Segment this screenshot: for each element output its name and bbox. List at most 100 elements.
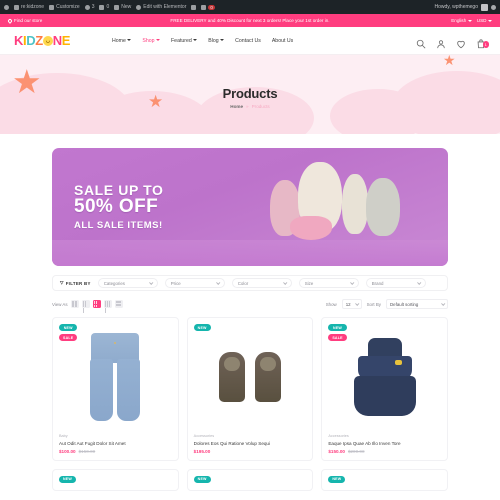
admin-wordpress-logo[interactable] [4,4,9,10]
banner-line-1: SALE UP TO [74,181,164,198]
nav-item-shop[interactable]: Shop [142,38,161,44]
view-grid-3-button[interactable] [81,300,90,314]
product-grid: NEW SALE Baby Aut Odit Aut Fugit Dolor S… [52,317,448,461]
promo-message: FREE DELIVERY and 40% Discount for next … [170,18,330,23]
chevron-down-icon [354,301,359,306]
nav-item-home[interactable]: Home [112,38,132,44]
gear-icon [201,4,207,10]
filter-dropdown-color[interactable]: Color [231,278,292,288]
cart-bag-icon[interactable]: 1 [476,36,489,48]
product-category[interactable]: Accessories [194,434,307,438]
admin-move-tool[interactable] [191,4,197,10]
toolbar-right: Show 12 Sort By Default sorting [326,299,448,309]
comment-icon [99,4,105,10]
site-logo[interactable]: K I D Z ◡ N E [14,33,70,48]
view-grid-4-button[interactable] [92,300,101,308]
admin-site-name[interactable]: re:kidzone [14,4,44,10]
page-hero: ★ ★ ★ Products Home » Products [0,55,500,140]
chevron-down-icon [282,280,288,285]
show-count-value: 12 [345,301,351,307]
chevron-down-icon [193,39,198,42]
avatar [481,3,488,11]
products-toolbar: View As Show 12 Sort By Default sorting [52,297,448,314]
admin-settings[interactable]: 0 [201,4,215,10]
smiley-face-icon: ◡ [42,35,53,46]
admin-new-label: New [121,4,132,10]
page-root: re:kidzone Customize 3 0 New Edit with E… [0,0,500,500]
chevron-down-icon [215,280,221,285]
product-card[interactable]: NEW [186,468,314,491]
admin-updates-count: 3 [91,4,95,10]
filter-dropdown-brand[interactable]: Brand [365,278,426,288]
admin-account-area[interactable]: Howdy, wpthemego [434,3,496,11]
page-title: Products [222,86,278,101]
product-category[interactable]: Accessories [328,434,441,438]
admin-edit-elementor[interactable]: Edit with Elementor [136,4,186,10]
product-card[interactable]: NEW SALE Accessories Eaque Ipsa Quae Ab … [321,317,448,461]
user-account-icon[interactable] [436,36,446,48]
sale-banner[interactable]: SALE UP TO 50% OFF ALL SALE ITEMS! [52,148,448,266]
badge-new: NEW [59,324,78,332]
nav-item-contact-us[interactable]: Contact Us [235,38,261,44]
product-card[interactable]: NEW [321,468,448,491]
cloud-decoration [392,71,500,140]
filter-brand-value: Brand [371,280,384,286]
view-grid-2-button[interactable] [70,300,79,308]
main-navigation: Home Shop Featured Blog Contact Us About… [112,38,293,44]
product-name[interactable]: Dolores Eos Qui Ratione Volup Sequi [194,441,307,447]
search-icon[interactable] [491,4,496,10]
product-card[interactable]: NEW Accessories Dolores Eos Qui Ratione … [186,317,314,461]
view-list-button[interactable] [114,300,123,308]
refresh-icon [84,4,90,10]
currency-label: USD [476,18,487,23]
search-icon[interactable] [416,36,426,48]
badge-new: NEW [193,475,211,483]
chevron-down-icon [349,280,355,285]
admin-updates[interactable]: 3 [84,4,95,10]
filter-categories-value: Categories [103,280,125,286]
banner-line-2: 50% OFF [74,196,159,218]
nav-item-blog[interactable]: Blog [208,38,225,44]
cart-count-badge: 1 [482,41,489,48]
filter-dropdown-price[interactable]: Price [164,278,225,288]
star-decoration: ★ [12,63,42,100]
admin-greeting: Howdy, wpthemego [434,4,478,10]
badge-new: NEW [59,475,76,483]
product-image-boots[interactable] [194,324,307,429]
product-card[interactable]: NEW SALE Baby Aut Odit Aut Fugit Dolor S… [52,317,179,461]
currency-selector[interactable]: USD [477,18,492,23]
nav-item-about-us[interactable]: About Us [272,38,293,44]
admin-elementor-label: Edit with Elementor [143,4,187,10]
hero-bottom-fade [0,134,500,140]
product-name[interactable]: Eaque Ipsa Quae Ab Illo Inven Tore [328,441,441,447]
product-card[interactable]: NEW [52,468,179,491]
language-selector[interactable]: English [451,18,472,23]
product-badges: NEW [193,324,211,332]
filter-by-label: ▽ FILTER BY [60,280,91,286]
product-price-block: $100.00 $150.00 [59,449,172,454]
chevron-down-icon [416,280,422,285]
star-decoration: ★ [148,92,164,111]
product-old-price: $200.00 [347,448,365,454]
filter-size-value: Size [304,280,314,286]
view-grid-5-button[interactable] [103,300,112,314]
boots-graphic [218,350,281,404]
product-category[interactable]: Baby [59,434,172,438]
site-header: K I D Z ◡ N E Home Shop Featured Blog Contact … [0,27,500,55]
admin-customize[interactable]: Customize [49,4,80,10]
product-name[interactable]: Aut Odit Aut Fugit Dolor Sit Amet [59,441,172,447]
product-price: $195.00 [193,448,211,454]
sort-by-select[interactable]: Default sorting [386,299,448,309]
badge-new: NEW [193,324,211,332]
breadcrumb-home[interactable]: Home [230,104,243,109]
wp-admin-bar: re:kidzone Customize 3 0 New Edit with E… [0,0,500,14]
admin-site-label: re:kidzone [21,4,45,10]
nav-item-featured[interactable]: Featured [171,38,198,44]
filter-dropdown-size[interactable]: Size [298,278,359,288]
wishlist-heart-icon[interactable] [456,36,466,48]
admin-new[interactable]: New [114,4,131,10]
filter-dropdown-categories[interactable]: Categories [97,278,158,288]
pencil-icon [49,4,55,10]
admin-comments[interactable]: 0 [99,4,109,10]
show-count-select[interactable]: 12 [341,299,362,309]
